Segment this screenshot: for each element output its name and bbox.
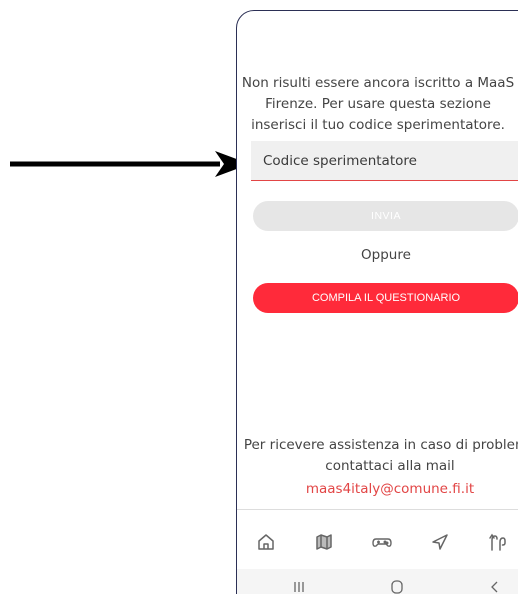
home-icon[interactable] bbox=[255, 531, 277, 553]
assistance-block: Per ricevere assistenza in caso di probl… bbox=[237, 435, 518, 500]
phone-screen: Non risulti essere ancora iscritto a Maa… bbox=[236, 10, 518, 594]
screenshot-canvas: Non risulti essere ancora iscritto a Maa… bbox=[0, 0, 518, 594]
navigation-icon[interactable] bbox=[429, 531, 451, 553]
route-icon[interactable] bbox=[487, 531, 509, 553]
code-input[interactable] bbox=[251, 141, 518, 181]
annotation-arrow-icon bbox=[10, 151, 250, 177]
back-icon[interactable] bbox=[483, 577, 507, 594]
assistance-text: Per ricevere assistenza in caso di probl… bbox=[243, 437, 518, 474]
or-label: Oppure bbox=[361, 247, 411, 263]
recent-apps-icon[interactable] bbox=[287, 577, 311, 594]
system-nav-bar bbox=[237, 569, 518, 594]
nav-divider bbox=[237, 509, 518, 510]
submit-button[interactable]: INVIA bbox=[253, 201, 518, 231]
assistance-email-link[interactable]: maas4italy@comune.fi.it bbox=[237, 479, 518, 500]
questionnaire-button[interactable]: COMPILA IL QUESTIONARIO bbox=[253, 283, 518, 313]
gamepad-icon[interactable] bbox=[371, 531, 393, 553]
map-icon[interactable] bbox=[313, 531, 335, 553]
not-registered-message: Non risulti essere ancora iscritto a Maa… bbox=[241, 75, 515, 133]
home-button-icon[interactable] bbox=[385, 577, 409, 594]
bottom-nav bbox=[237, 521, 518, 561]
